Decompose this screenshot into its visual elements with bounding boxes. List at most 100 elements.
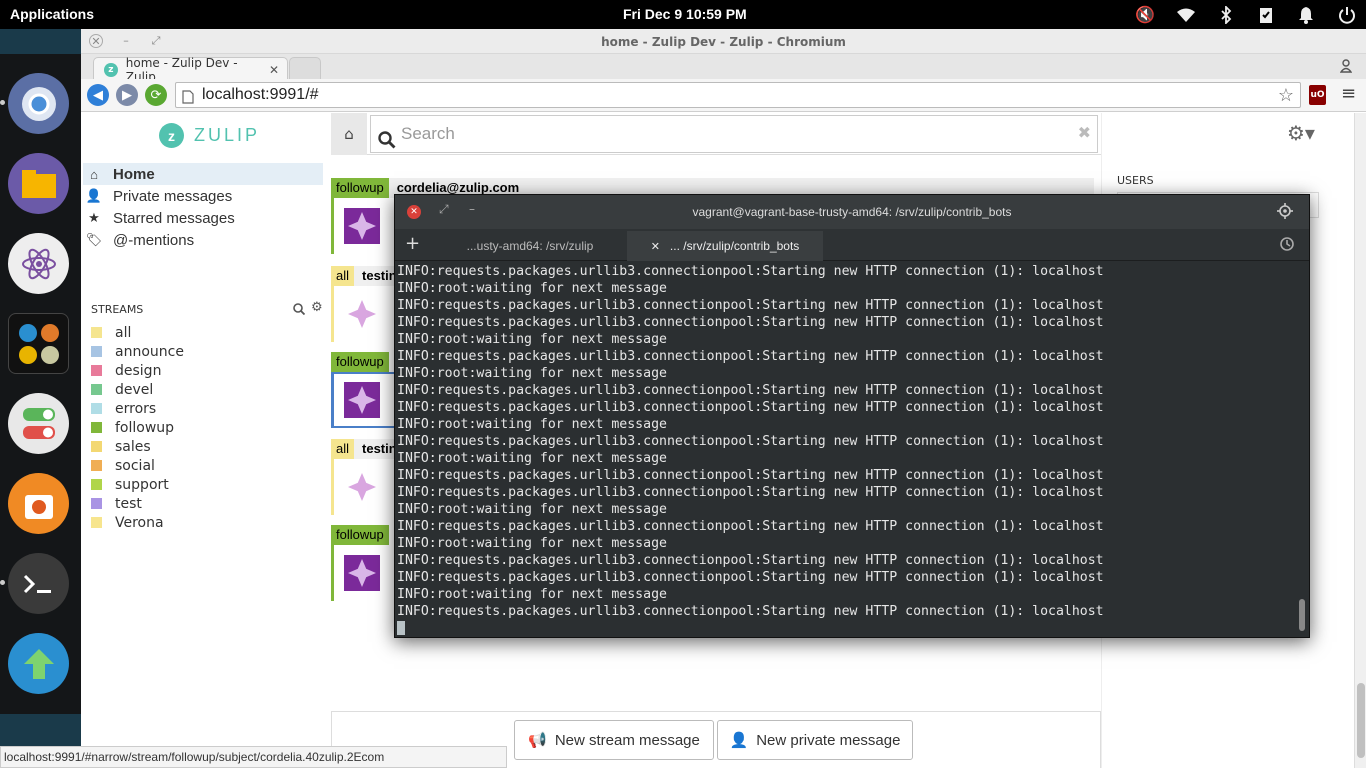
stream-search-icon[interactable] [293,303,306,318]
stream-item[interactable]: test [91,494,142,513]
running-indicator [0,580,5,585]
stream-item[interactable]: errors [91,399,156,418]
terminal-cursor [397,621,405,635]
home-icon: ⌂ [90,166,98,182]
chromium-launcher-icon[interactable] [8,73,69,134]
stream-item[interactable]: announce [91,342,184,361]
stream-settings-gear-icon[interactable]: ⚙ [311,300,323,315]
notification-bell-icon[interactable] [1295,4,1317,26]
close-terminal-tab-icon[interactable]: ✕ [651,240,660,253]
profile-icon[interactable] [1339,59,1353,76]
applications-menu[interactable]: Applications [10,6,94,22]
terminal-scroll-thumb[interactable] [1299,599,1305,631]
streams-header: STREAMS [91,303,144,316]
app-grid-launcher-icon[interactable] [8,313,69,374]
close-tab-icon[interactable]: ✕ [269,63,279,77]
button-label: New private message [756,731,901,749]
terminal-line: INFO:requests.packages.urllib3.connectio… [397,264,1104,279]
nav-home[interactable]: ⌂ Home [83,163,323,185]
terminal-scrollbar[interactable] [1299,263,1305,633]
stream-name: test [115,495,142,512]
bluetooth-icon[interactable] [1215,4,1237,26]
bookmark-star-icon[interactable]: ☆ [1278,83,1294,107]
home-button-icon[interactable]: ⌂ [331,113,367,155]
stream-color-swatch [91,384,102,395]
avatar [344,382,380,418]
stream-name: announce [115,343,184,360]
recipient-stream[interactable]: followup [331,352,389,372]
nav-label: Private messages [113,187,233,205]
stream-item[interactable]: devel [91,380,153,399]
locate-pointer-icon[interactable] [1277,203,1293,223]
stream-name: support [115,476,169,493]
settings-gear-icon[interactable]: ⚙▾ [1287,121,1315,145]
stream-item[interactable]: support [91,475,169,494]
stream-item[interactable]: Verona [91,513,164,532]
recipient-stream[interactable]: followup [331,525,389,545]
history-icon[interactable] [1279,236,1295,256]
search-placeholder: Search [401,124,455,143]
terminal-line: INFO:requests.packages.urllib3.connectio… [397,468,1104,483]
terminal-line: INFO:root:waiting for next message [397,332,667,347]
page-scrollbar[interactable] [1354,113,1366,768]
address-bar[interactable]: localhost:9991/# ☆ [175,82,1301,108]
settings-toggle-launcher-icon[interactable] [8,393,69,454]
window-title: home - Zulip Dev - Zulip - Chromium [601,35,846,49]
nav-mentions[interactable]: 🏷 @-mentions [83,229,323,251]
nav-starred-messages[interactable]: ★ Starred messages [83,207,323,229]
megaphone-icon: 📢 [528,732,547,749]
terminal-launcher-icon[interactable] [8,553,69,614]
terminal-tab[interactable]: ...usty-amd64: /srv/zulip [433,231,627,261]
terminal-titlebar[interactable]: ✕ ⤢ – vagrant@vagrant-base-trusty-amd64:… [395,195,1309,229]
clear-search-icon[interactable]: ✖ [1078,116,1091,152]
new-private-message-button[interactable]: 👤 New private message [717,720,913,760]
reload-icon[interactable]: ⟳ [145,84,167,106]
stream-item[interactable]: all [91,323,131,342]
stream-item[interactable]: design [91,361,161,380]
terminal-output[interactable]: INFO:requests.packages.urllib3.connectio… [397,263,1293,637]
terminal-tab-active[interactable]: ✕ ... /srv/zulip/contrib_bots [627,231,823,261]
stream-name: errors [115,400,157,417]
clock[interactable]: Fri Dec 9 10:59 PM [623,6,747,22]
search-input[interactable]: Search ✖ [370,115,1098,153]
page-info-icon[interactable] [182,88,194,112]
search-icon [378,126,396,162]
stream-item[interactable]: sales [91,437,151,456]
terminal-line: INFO:root:waiting for next message [397,366,667,381]
nav-private-messages[interactable]: 👤 Private messages [83,185,323,207]
browser-tab-active[interactable]: z home - Zulip Dev - Zulip ✕ [93,56,288,84]
software-center-launcher-icon[interactable] [8,473,69,534]
nav-label: Starred messages [113,209,235,227]
stream-color-swatch [91,327,102,338]
clipboard-check-icon[interactable] [1255,4,1277,26]
forward-icon[interactable]: ▶ [116,84,138,106]
stream-name: followup [115,419,175,436]
terminal-tabs: + ...usty-amd64: /srv/zulip ✕ ... /srv/z… [395,229,1309,261]
recipient-stream[interactable]: all [331,266,355,286]
stream-item[interactable]: social [91,456,155,475]
browser-menu-icon[interactable]: ≡ [1341,83,1356,104]
new-stream-message-button[interactable]: 📢 New stream message [514,720,714,760]
files-launcher-icon[interactable] [8,153,69,214]
recipient-bar[interactable]: followup [331,525,389,545]
recipient-stream[interactable]: all [331,439,355,459]
volume-muted-icon[interactable]: 🔇 [1134,4,1156,26]
recipient-stream[interactable]: followup [331,178,389,198]
terminal-window[interactable]: ✕ ⤢ – vagrant@vagrant-base-trusty-amd64:… [394,194,1310,638]
ublock-extension-icon[interactable]: uO [1309,85,1326,105]
recipient-bar[interactable]: followup [331,352,389,372]
back-icon[interactable]: ◀ [87,84,109,106]
wifi-icon[interactable] [1175,4,1197,26]
new-terminal-tab-icon[interactable]: + [405,233,420,254]
stream-color-swatch [91,498,102,509]
terminal-line: INFO:root:waiting for next message [397,417,667,432]
update-manager-launcher-icon[interactable] [8,633,69,694]
new-tab-button[interactable] [289,57,321,81]
avatar [344,208,380,244]
page-scroll-thumb[interactable] [1357,683,1365,758]
power-icon[interactable] [1336,4,1358,26]
atom-launcher-icon[interactable] [8,233,69,294]
browser-titlebar: ✕ – ⤢ home - Zulip Dev - Zulip - Chromiu… [81,29,1366,54]
zulip-logo[interactable]: z ZULIP [159,123,260,148]
stream-item[interactable]: followup [91,418,174,437]
